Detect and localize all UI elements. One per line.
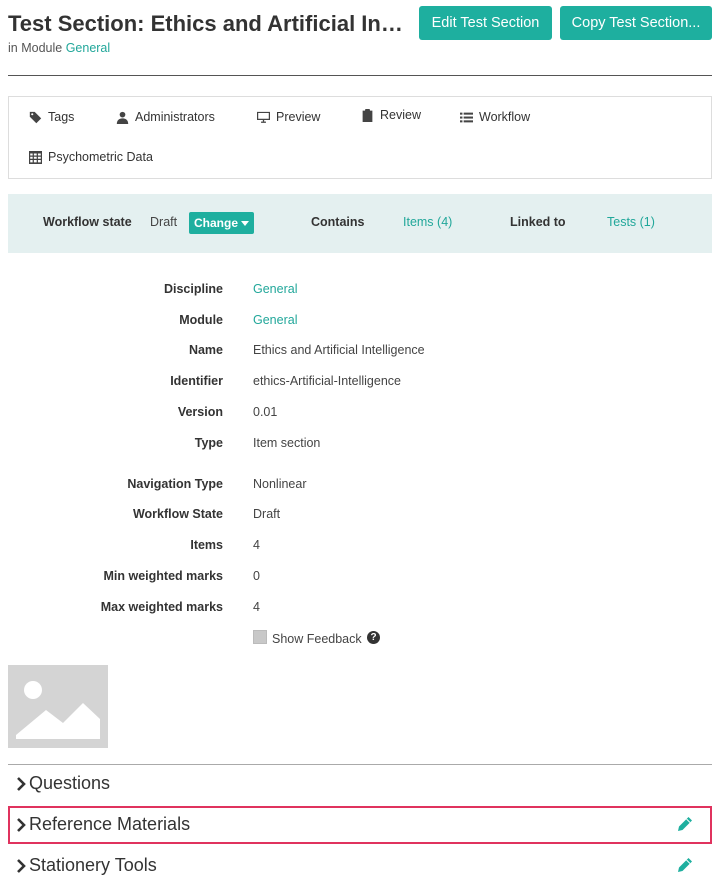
module-link[interactable]: General: [66, 41, 110, 55]
property-label: Discipline: [163, 282, 223, 296]
workflow-bar: Workflow state Draft Change Contains Ite…: [8, 194, 712, 253]
tab-preview[interactable]: Preview: [257, 110, 320, 124]
page-title: Test Section: Ethics and Artificial Inte…: [8, 11, 410, 36]
list-icon: [460, 112, 473, 122]
table-icon: [29, 150, 42, 164]
property-value: Nonlinear: [253, 477, 307, 491]
image-icon: [16, 681, 100, 739]
linked-to-label: Linked to: [510, 215, 566, 229]
tab-label: Psychometric Data: [48, 150, 153, 164]
property-row: Module General: [0, 313, 721, 331]
property-label: Module: [179, 313, 223, 327]
copy-test-section-button[interactable]: Copy Test Section...: [560, 6, 712, 40]
chevron-right-icon: [17, 859, 26, 873]
image-placeholder: [8, 665, 108, 748]
tab-label: Workflow: [479, 110, 531, 124]
tab-tags[interactable]: Tags: [29, 110, 74, 124]
property-value: Draft: [253, 507, 281, 521]
property-label: Workflow State: [132, 507, 223, 521]
workflow-state-label: Workflow state: [43, 215, 132, 229]
tab-label: Preview: [276, 110, 321, 124]
property-value: Ethics and Artificial Intelligence: [253, 343, 425, 357]
edit-test-section-button[interactable]: Edit Test Section: [419, 6, 552, 40]
property-label: Max weighted marks: [100, 600, 223, 614]
monitor-icon: [257, 111, 270, 123]
property-row: Items 4: [0, 538, 721, 556]
module-value-link[interactable]: General: [253, 313, 297, 327]
module-breadcrumb: in Module General: [8, 41, 110, 55]
tab-bar: Tags Administrators Preview Review Workf…: [8, 96, 712, 179]
chevron-right-icon: [17, 818, 26, 832]
section-title: Stationery Tools: [29, 855, 157, 875]
section-title: Questions: [29, 773, 111, 793]
property-value: 0: [253, 569, 260, 583]
tab-label: Tags: [48, 110, 75, 124]
tab-workflow[interactable]: Workflow: [460, 110, 530, 124]
property-row: Name Ethics and Artificial Intelligence: [0, 343, 721, 361]
tab-psychometric-data[interactable]: Psychometric Data: [29, 150, 153, 164]
caret-down-icon: [241, 220, 249, 226]
property-value: Item section: [253, 436, 321, 450]
property-row: Navigation Type Nonlinear: [0, 477, 721, 495]
property-row: Workflow State Draft: [0, 507, 721, 525]
pencil-icon[interactable]: [676, 815, 694, 833]
show-feedback-label: Show Feedback: [272, 632, 362, 646]
property-row: Identifier ethics-Artificial-Intelligenc…: [0, 374, 721, 392]
contains-items-link[interactable]: Items (4): [403, 215, 452, 229]
section-questions[interactable]: Questions: [8, 765, 712, 803]
section-title: Reference Materials: [29, 814, 191, 834]
property-value: 0.01: [253, 405, 278, 419]
workflow-state-value: Draft: [150, 215, 178, 229]
tab-label: Administrators: [135, 110, 215, 124]
show-feedback-checkbox[interactable]: [253, 630, 267, 644]
header-divider: [8, 75, 712, 76]
section-stationery-tools[interactable]: Stationery Tools: [8, 847, 712, 885]
section-reference-materials[interactable]: Reference Materials: [8, 806, 712, 844]
property-label: Items: [190, 538, 223, 552]
property-value: 4: [253, 600, 260, 614]
property-label: Min weighted marks: [103, 569, 223, 583]
pencil-icon[interactable]: [676, 856, 694, 874]
tab-administrators[interactable]: Administrators: [116, 110, 215, 124]
discipline-link[interactable]: General: [253, 282, 297, 296]
property-value: 4: [253, 538, 260, 552]
property-label: Name: [188, 343, 223, 357]
property-row: Version 0.01: [0, 405, 721, 423]
tab-label: Review: [380, 108, 421, 122]
property-label: Identifier: [170, 374, 223, 388]
property-label: Version: [177, 405, 223, 419]
tab-review[interactable]: Review: [361, 108, 421, 122]
property-label: Navigation Type: [127, 477, 223, 491]
change-state-button[interactable]: Change: [189, 212, 254, 234]
property-row: Discipline General: [0, 282, 721, 300]
property-row: Max weighted marks 4: [0, 600, 721, 618]
module-prefix: in Module: [8, 41, 63, 55]
tag-icon: [29, 111, 42, 123]
property-row: Min weighted marks 0: [0, 569, 721, 587]
user-icon: [116, 111, 129, 124]
linked-tests-link[interactable]: Tests (1): [607, 215, 655, 229]
property-value: ethics-Artificial-Intelligence: [253, 374, 401, 388]
chevron-right-icon: [17, 777, 26, 791]
help-icon[interactable]: ?: [367, 631, 380, 644]
change-label: Change: [193, 216, 238, 230]
contains-label: Contains: [311, 215, 365, 229]
clipboard-icon: [362, 108, 373, 122]
property-row: Type Item section: [0, 436, 721, 454]
property-label: Type: [194, 436, 223, 450]
